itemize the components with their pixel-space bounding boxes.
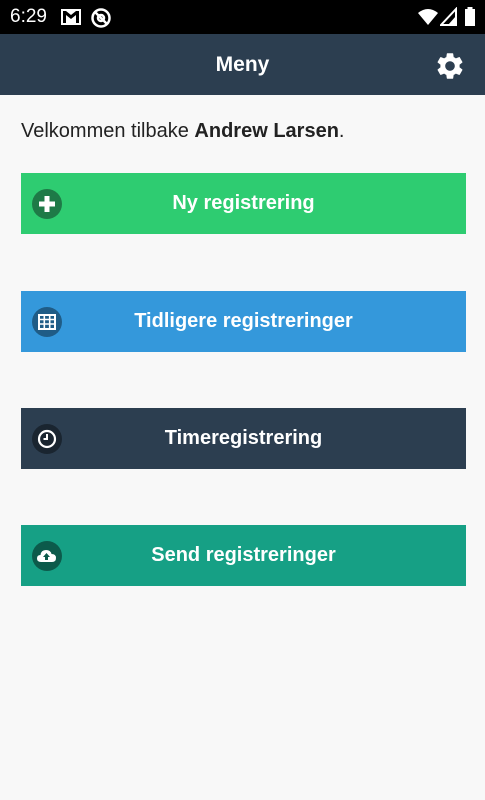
- app-bar: Meny: [0, 34, 485, 95]
- gear-icon[interactable]: [434, 50, 466, 82]
- welcome-message: Velkommen tilbake Andrew Larsen.: [21, 118, 344, 144]
- new-registration-button[interactable]: Ny registrering: [21, 173, 466, 234]
- status-bar: 6:29: [0, 0, 485, 34]
- previous-registrations-label: Tidligere registreringer: [134, 310, 353, 332]
- new-registration-label: Ny registrering: [172, 192, 315, 214]
- send-registrations-label: Send registreringer: [151, 544, 336, 566]
- page-title: Meny: [215, 53, 270, 76]
- previous-registrations-button[interactable]: Tidligere registreringer: [21, 291, 466, 352]
- user-name: Andrew Larsen: [194, 120, 339, 142]
- time-registration-button[interactable]: Timeregistrering: [21, 408, 466, 469]
- signal-icon: [440, 7, 457, 26]
- time-registration-label: Timeregistrering: [164, 427, 323, 449]
- status-time: 6:29: [10, 6, 47, 27]
- battery-icon: [465, 7, 475, 26]
- welcome-prefix: Velkommen tilbake: [21, 120, 195, 142]
- gmail-icon: [61, 9, 81, 25]
- welcome-suffix: .: [338, 120, 345, 142]
- wifi-icon: [418, 9, 438, 25]
- send-registrations-button[interactable]: Send registreringer: [21, 525, 466, 586]
- at-sign-icon: [91, 8, 111, 28]
